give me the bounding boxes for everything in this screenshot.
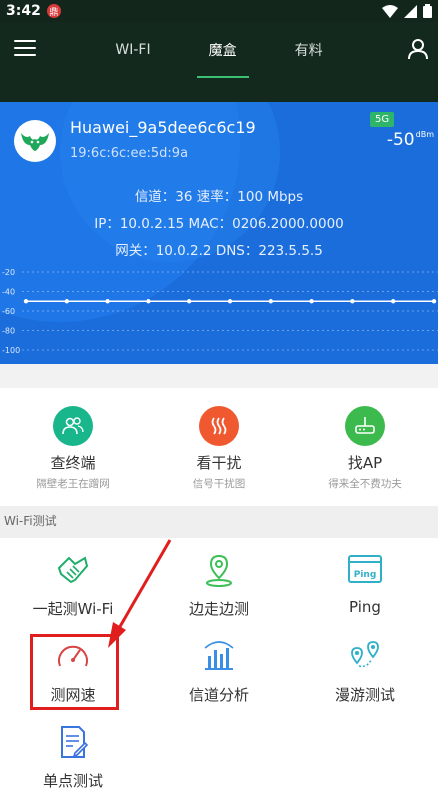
handshake-icon [57,556,89,584]
app-bar: WI-FI 魔盒 有料 [0,22,438,102]
test-ping-label: Ping [349,598,381,616]
status-bar: 3:42 鼎 [0,0,438,22]
chart-point [391,299,396,304]
wifi-status-icon [382,4,398,18]
app-logo-icon [14,120,56,162]
tab-mohe[interactable]: 魔盒 [196,22,249,78]
chart-point [309,299,314,304]
test-together-wifi[interactable]: 一起测Wi-Fi [0,552,146,619]
wifi-test-section-label: Wi-Fi测试 [0,506,438,538]
chart-ytick-label: -80 [2,327,15,336]
band-badge: 5G [370,112,395,127]
chart-point [105,299,110,304]
tool-interference-name: 看干扰 [196,454,242,472]
test-roaming-label: 漫游测试 [334,686,395,704]
bar-chart-icon [204,641,234,670]
chart-ytick-label: -40 [2,288,15,297]
notification-icon: 鼎 [46,4,61,18]
chart-point [227,299,233,304]
tab-bar: WI-FI 魔盒 有料 [0,22,438,78]
roaming-pins-icon [351,641,379,668]
chart-point [64,299,70,304]
channel-rate-line: 信道：36 速率：100 Mbps [134,189,304,205]
test-walk-label: 边走边测 [188,600,249,618]
chart-ytick-label: -20 [2,268,15,277]
tools-row: 查终端 隔壁老王在蹭网 看干扰 信号干扰图 找AP 得来全不费功夫 [0,388,438,506]
chart-point [268,299,273,304]
tool-terminal-name: 查终端 [50,454,96,472]
test-single-point-label: 单点测试 [42,772,103,790]
document-edit-icon [61,726,89,758]
cellular-signal-icon [404,4,417,18]
tool-find-ap-name: 找AP [347,454,383,472]
chart-ytick-label: -60 [2,307,15,316]
highlight-box [30,634,119,710]
network-bssid: 19:6c:6c:ee:5d:9a [70,146,189,161]
chart-ytick-label: -100 [2,346,20,355]
tab-wifi[interactable]: WI-FI [105,22,160,78]
network-ssid: Huawei_9a5dee6c6c19 [70,118,256,137]
signal-chart: -20 -40 -60 -80 -100 [2,268,438,355]
ping-window-icon: Ping [348,555,382,583]
user-profile-icon[interactable] [408,38,428,60]
test-together-wifi-label: 一起测Wi-Fi [32,600,114,618]
test-walk[interactable]: 边走边测 [146,552,292,619]
chart-point [431,299,437,304]
tool-find-ap-sub: 得来全不费功夫 [328,478,402,490]
router-icon [345,406,385,446]
gateway-dns-line: 网关：10.0.2.2 DNS：223.5.5.5 [115,243,323,259]
people-icon [53,406,93,446]
test-channel-label: 信道分析 [188,686,249,704]
test-channel[interactable]: 信道分析 [146,638,292,705]
test-single-point[interactable]: 单点测试 [0,724,146,791]
waves-icon [199,406,239,446]
test-ping[interactable]: Ping Ping [292,552,438,616]
chart-point [350,299,355,304]
chart-point [187,299,192,304]
status-time: 3:42 [6,3,41,19]
tool-interference-sub: 信号干扰图 [192,478,246,490]
chart-point [23,299,29,304]
network-info-panel[interactable]: Huawei_9a5dee6c6c19 19:6c:6c:ee:5d:9a 5G… [0,102,438,364]
svg-text:Ping: Ping [354,570,377,580]
test-roaming[interactable]: 漫游测试 [292,638,438,705]
tool-find-ap[interactable]: 找AP 得来全不费功夫 [292,388,438,506]
battery-icon [423,4,432,18]
tool-terminal[interactable]: 查终端 隔壁老王在蹭网 [0,388,146,506]
tool-terminal-sub: 隔壁老王在蹭网 [36,478,110,490]
chart-point [146,299,151,304]
tool-interference[interactable]: 看干扰 信号干扰图 [146,388,292,506]
location-pin-icon [206,554,232,587]
ip-mac-line: IP：10.0.2.15 MAC：0206.2000.0000 [94,216,344,232]
tab-youliao[interactable]: 有料 [285,22,333,78]
signal-strength: -50dBm [386,130,434,150]
